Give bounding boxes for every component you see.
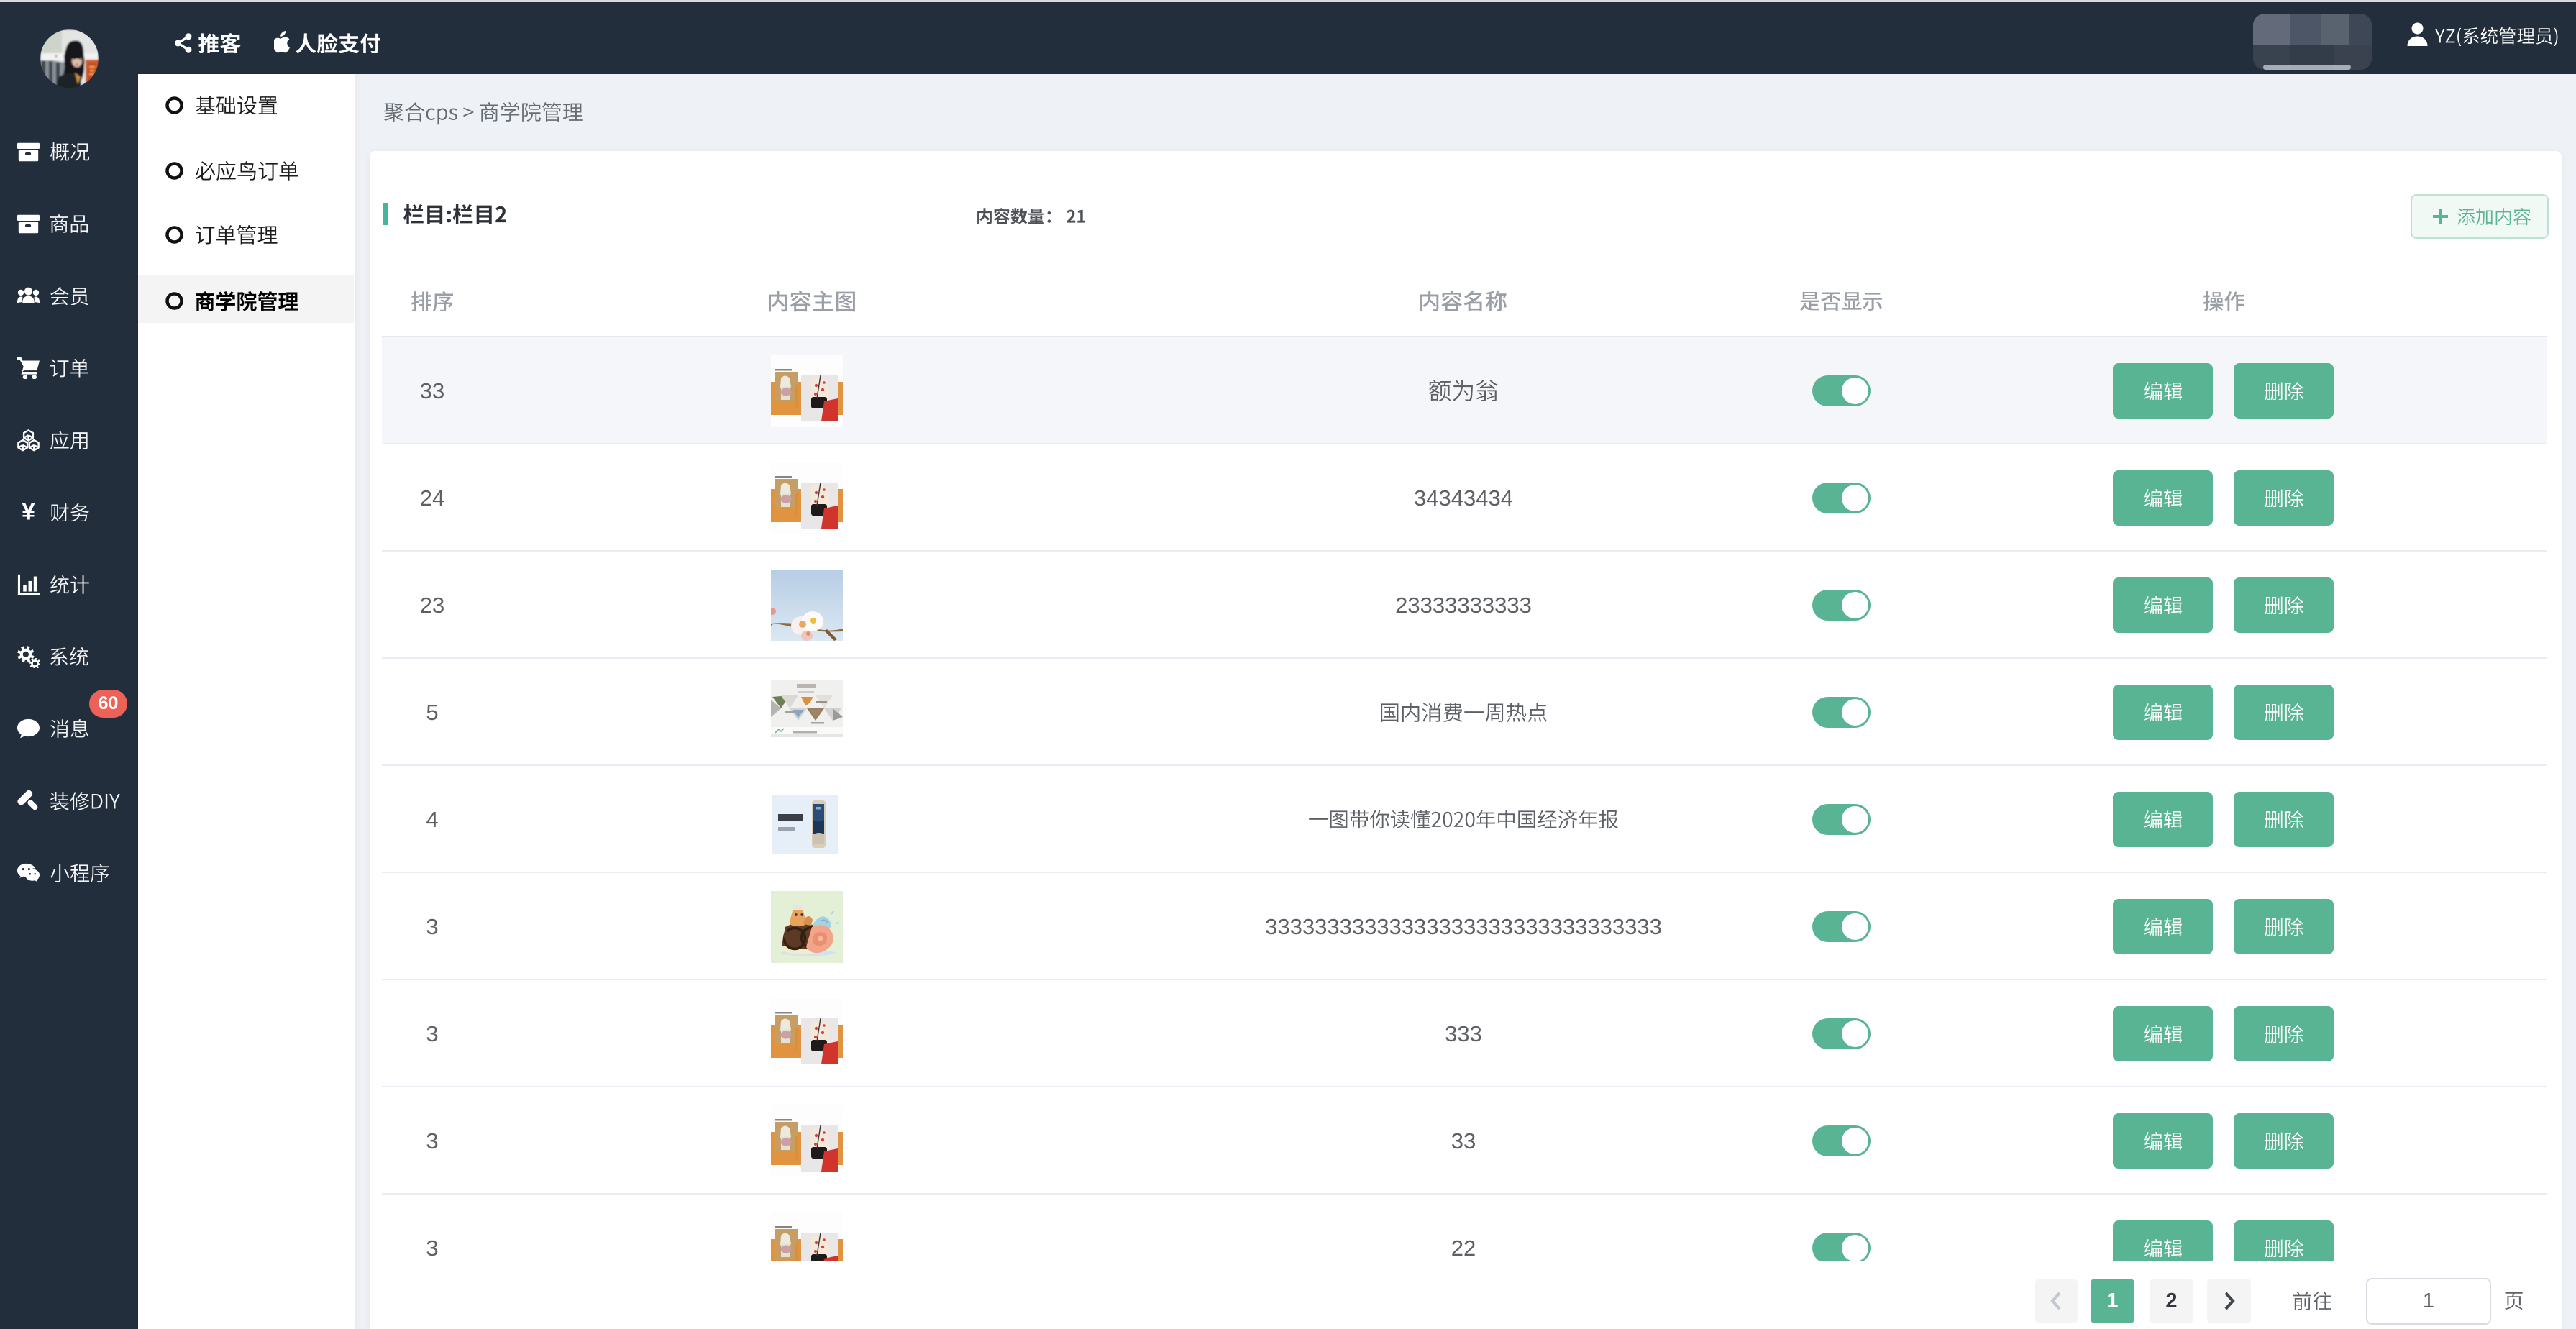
svg-text:¥: ¥ <box>22 501 36 524</box>
